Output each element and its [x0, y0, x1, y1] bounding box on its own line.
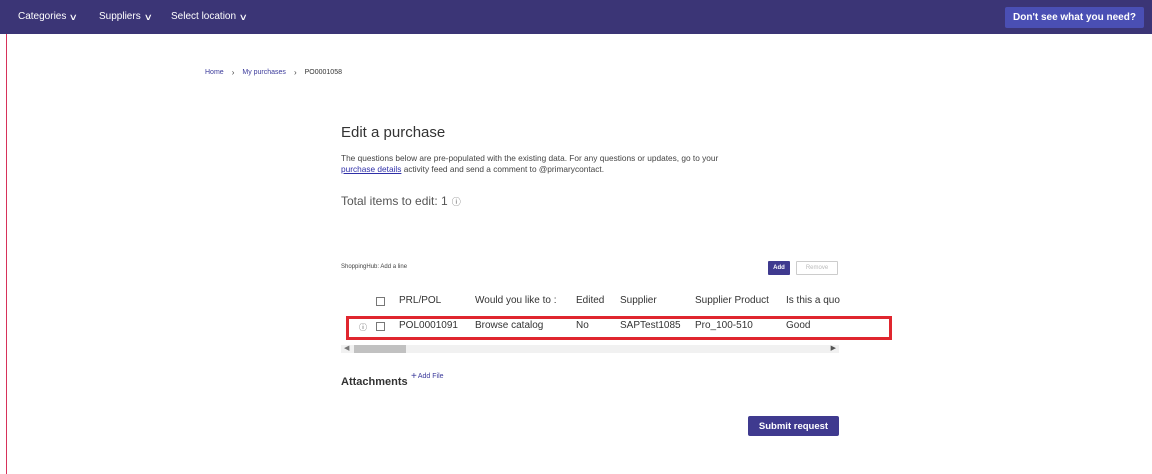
- column-header-prl-pol: PRL/POL: [399, 295, 442, 306]
- horizontal-scrollbar[interactable]: ◀ ▶: [341, 345, 839, 353]
- scroll-right-icon[interactable]: ▶: [831, 344, 836, 352]
- scrollbar-thumb[interactable]: [354, 345, 406, 353]
- add-file-label: Add File: [417, 373, 444, 380]
- intro-text-end: activity feed and send a comment to @pri…: [403, 164, 604, 174]
- attachments-heading: Attachments: [341, 376, 408, 388]
- remove-line-button[interactable]: Remove: [796, 261, 838, 275]
- column-header-edited: Edited: [576, 295, 605, 306]
- row-highlight-box: [346, 316, 892, 340]
- top-navigation-bar: Categories ∨ Suppliers ∨ Select location…: [0, 0, 1152, 34]
- intro-text: The questions below are pre-populated wi…: [341, 153, 841, 175]
- column-header-supplier-product: Supplier Product: [695, 295, 769, 306]
- plus-icon: +: [411, 371, 417, 382]
- total-items-label: Total items to edit: 1: [341, 194, 448, 208]
- chevron-down-icon: ∨: [238, 12, 248, 22]
- column-header-is-this-a-quote: Is this a quo: [786, 295, 840, 306]
- nav-categories-label: Categories: [18, 11, 67, 22]
- column-header-supplier: Supplier: [620, 295, 657, 306]
- nav-categories[interactable]: Categories ∨: [18, 0, 79, 34]
- add-file-link[interactable]: + Add File: [411, 371, 444, 382]
- page-title: Edit a purchase: [341, 124, 446, 141]
- chevron-right-icon: ›: [231, 68, 235, 77]
- breadcrumb-home[interactable]: Home: [205, 69, 224, 76]
- total-items: Total items to edit: 1 ⓘ: [341, 194, 461, 208]
- scroll-left-icon[interactable]: ◀: [344, 344, 349, 352]
- intro-text-start: The questions below are pre-populated wi…: [341, 153, 719, 163]
- breadcrumb-current: PO0001058: [304, 69, 342, 76]
- select-all-checkbox[interactable]: [376, 297, 385, 306]
- dont-see-what-you-need-button[interactable]: Don't see what you need?: [1005, 7, 1144, 28]
- info-icon[interactable]: ⓘ: [452, 195, 461, 208]
- chevron-down-icon: ∨: [143, 12, 153, 22]
- nav-suppliers[interactable]: Suppliers ∨: [99, 0, 153, 34]
- column-header-would-you-like: Would you like to :: [475, 295, 557, 306]
- add-line-caption: ShoppingHub: Add a line: [341, 264, 408, 270]
- chevron-right-icon: ›: [293, 68, 297, 77]
- purchase-details-link[interactable]: purchase details: [341, 164, 401, 174]
- breadcrumb: Home › My purchases › PO0001058: [205, 68, 342, 77]
- page-left-border: [6, 34, 7, 474]
- chevron-down-icon: ∨: [69, 12, 79, 22]
- submit-request-button[interactable]: Submit request: [748, 416, 839, 436]
- breadcrumb-my-purchases[interactable]: My purchases: [242, 69, 286, 76]
- nav-select-location[interactable]: Select location ∨: [171, 0, 248, 34]
- nav-location-label: Select location: [171, 11, 237, 22]
- nav-suppliers-label: Suppliers: [99, 11, 141, 22]
- add-line-button[interactable]: Add: [768, 261, 790, 275]
